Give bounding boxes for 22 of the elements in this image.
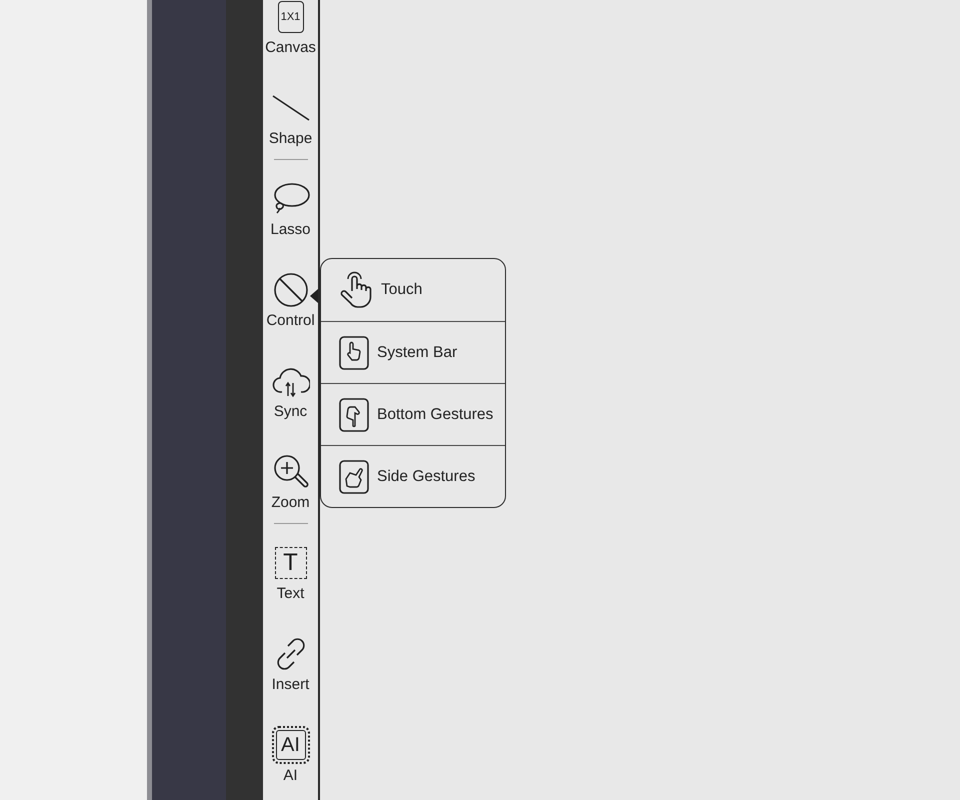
tool-button[interactable]: Control: [263, 251, 318, 342]
prohibited-icon: [272, 272, 308, 308]
hand-card-icon: [339, 336, 369, 370]
tool-button[interactable]: Insert: [263, 615, 318, 706]
text-box-icon: T: [274, 547, 306, 579]
canvas-size-icon: 1X1: [278, 1, 304, 33]
tool-button[interactable]: T Text: [263, 524, 318, 615]
tool-button[interactable]: AI AI: [263, 706, 318, 797]
menu-item[interactable]: Touch: [321, 259, 505, 321]
hand-pointer-icon: [339, 271, 373, 309]
hand-card-icon: [339, 398, 369, 432]
menu-item[interactable]: System Bar: [321, 321, 505, 383]
tool-button[interactable]: Lasso: [263, 160, 318, 251]
menu-item[interactable]: Side Gestures: [321, 445, 505, 507]
hand-card-icon: [339, 460, 369, 494]
line-icon: [270, 93, 310, 123]
tool-button[interactable]: 1X1 Canvas: [263, 0, 318, 69]
menu-item[interactable]: Bottom Gestures: [321, 383, 505, 445]
tool-button[interactable]: Zoom: [263, 433, 318, 524]
tool-button[interactable]: Sync: [263, 342, 318, 433]
lasso-icon: [272, 182, 310, 216]
tool-button[interactable]: Shape: [263, 69, 318, 160]
